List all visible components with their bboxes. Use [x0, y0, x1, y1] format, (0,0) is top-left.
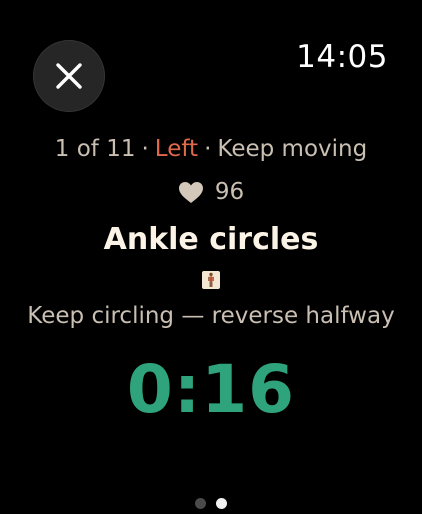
exercise-position: 1 of 11: [54, 136, 136, 162]
separator-dot: ·: [141, 136, 149, 162]
exercise-title: Ankle circles: [103, 222, 319, 257]
page-indicator: [0, 498, 422, 509]
separator-dot: ·: [204, 136, 212, 162]
status-time: 14:05: [296, 39, 388, 75]
heart-rate: 96: [0, 176, 422, 208]
page-dot[interactable]: [195, 498, 206, 509]
heart-icon: [178, 181, 204, 204]
exercise-side: Left: [154, 136, 199, 162]
close-icon: [54, 61, 84, 91]
exercise-status: Keep moving: [217, 136, 368, 162]
page-dot-active[interactable]: [216, 498, 227, 509]
standing-figure-icon: [202, 271, 220, 289]
exercise-instruction: Keep circling — reverse halfway: [27, 303, 395, 329]
exercise-meta: 1 of 11 · Left · Keep moving: [0, 132, 422, 166]
heart-rate-value: 96: [214, 179, 245, 205]
close-button[interactable]: [33, 40, 105, 112]
countdown-timer: 0:16: [126, 351, 296, 428]
